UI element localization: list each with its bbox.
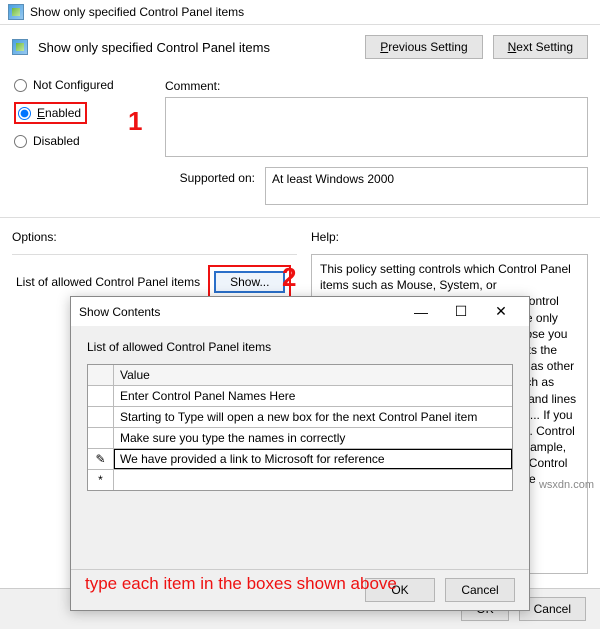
grid-row-marker bbox=[88, 428, 114, 448]
control-panel-icon bbox=[12, 39, 28, 55]
supported-on-label: Supported on: bbox=[165, 167, 255, 205]
radio-not-configured[interactable]: Not Configured bbox=[12, 73, 147, 97]
dialog-cancel-button[interactable]: Cancel bbox=[445, 578, 515, 602]
grid-cell[interactable]: Starting to Type will open a new box for… bbox=[114, 407, 512, 427]
grid-row[interactable]: Enter Control Panel Names Here bbox=[88, 386, 512, 407]
radio-enabled-row: Enabled bbox=[12, 97, 147, 129]
show-contents-dialog: Show Contents ― ☐ ✕ List of allowed Cont… bbox=[70, 296, 530, 611]
option-item-label: List of allowed Control Panel items bbox=[16, 275, 200, 289]
dialog-list-label: List of allowed Control Panel items bbox=[87, 340, 513, 354]
annotation-1: 1 bbox=[128, 106, 142, 137]
grid-row-marker bbox=[88, 407, 114, 427]
next-label: ext Setting bbox=[516, 40, 573, 54]
prev-label: revious Setting bbox=[388, 40, 467, 54]
radio-enabled-input[interactable] bbox=[18, 107, 31, 120]
grid-cell-empty[interactable] bbox=[114, 470, 512, 490]
radio-not-configured-input[interactable] bbox=[14, 79, 27, 92]
annotation-2: 2 bbox=[282, 262, 296, 293]
new-row-icon: * bbox=[88, 470, 114, 490]
radio-enabled-label: Enabled bbox=[37, 106, 81, 120]
grid-header-blank bbox=[88, 365, 114, 385]
annotation-box-2: Show... bbox=[208, 265, 291, 299]
comment-textarea[interactable] bbox=[165, 97, 588, 157]
window-title: Show only specified Control Panel items bbox=[30, 5, 244, 19]
watermark: wsxdn.com bbox=[539, 479, 594, 491]
comment-label: Comment: bbox=[165, 73, 588, 97]
supported-on-value: At least Windows 2000 bbox=[265, 167, 588, 205]
annotation-hint: type each item in the boxes shown above bbox=[85, 574, 397, 594]
separator bbox=[0, 217, 600, 218]
radio-disabled-label: Disabled bbox=[33, 134, 80, 148]
grid-cell-editing[interactable]: We have provided a link to Microsoft for… bbox=[114, 449, 512, 469]
dialog-titlebar: Show Contents ― ☐ ✕ bbox=[71, 297, 529, 326]
grid-cell[interactable]: Make sure you type the names in correctl… bbox=[114, 428, 512, 448]
grid-row-marker bbox=[88, 386, 114, 406]
previous-setting-button[interactable]: Previous Setting bbox=[365, 35, 482, 59]
dialog-body: List of allowed Control Panel items Valu… bbox=[71, 326, 529, 569]
grid-cell[interactable]: Enter Control Panel Names Here bbox=[114, 386, 512, 406]
header-row: Show only specified Control Panel items … bbox=[0, 25, 600, 73]
grid-row[interactable]: Starting to Type will open a new box for… bbox=[88, 407, 512, 428]
supported-row: Supported on: At least Windows 2000 bbox=[165, 167, 588, 205]
grid-row-editing[interactable]: ✎ We have provided a link to Microsoft f… bbox=[88, 449, 512, 470]
grid-row[interactable]: Make sure you type the names in correctl… bbox=[88, 428, 512, 449]
radio-disabled-input[interactable] bbox=[14, 135, 27, 148]
radio-not-configured-label: Not Configured bbox=[33, 78, 114, 92]
grid-header-value: Value bbox=[114, 365, 512, 385]
value-grid: Value Enter Control Panel Names Here Sta… bbox=[87, 364, 513, 491]
grid-row-new[interactable]: * bbox=[88, 470, 512, 490]
config-body: Not Configured Enabled Disabled Comment:… bbox=[0, 73, 600, 205]
show-button[interactable]: Show... bbox=[214, 271, 285, 293]
help-label: Help: bbox=[311, 224, 588, 254]
radio-disabled[interactable]: Disabled bbox=[12, 129, 147, 153]
dialog-title: Show Contents bbox=[79, 305, 401, 319]
maximize-button[interactable]: ☐ bbox=[441, 303, 481, 320]
edit-icon: ✎ bbox=[88, 449, 114, 469]
options-label: Options: bbox=[12, 224, 297, 254]
close-button[interactable]: ✕ bbox=[481, 303, 521, 320]
control-panel-icon bbox=[8, 4, 24, 20]
page-title: Show only specified Control Panel items bbox=[38, 40, 355, 55]
state-radio-group: Not Configured Enabled Disabled bbox=[12, 73, 147, 205]
grid-header-row: Value bbox=[88, 365, 512, 386]
next-setting-button[interactable]: Next Setting bbox=[493, 35, 588, 59]
window-titlebar: Show only specified Control Panel items bbox=[0, 0, 600, 25]
minimize-button[interactable]: ― bbox=[401, 304, 441, 320]
annotation-box-1: Enabled bbox=[14, 102, 87, 124]
field-column: Comment: Supported on: At least Windows … bbox=[165, 73, 588, 205]
